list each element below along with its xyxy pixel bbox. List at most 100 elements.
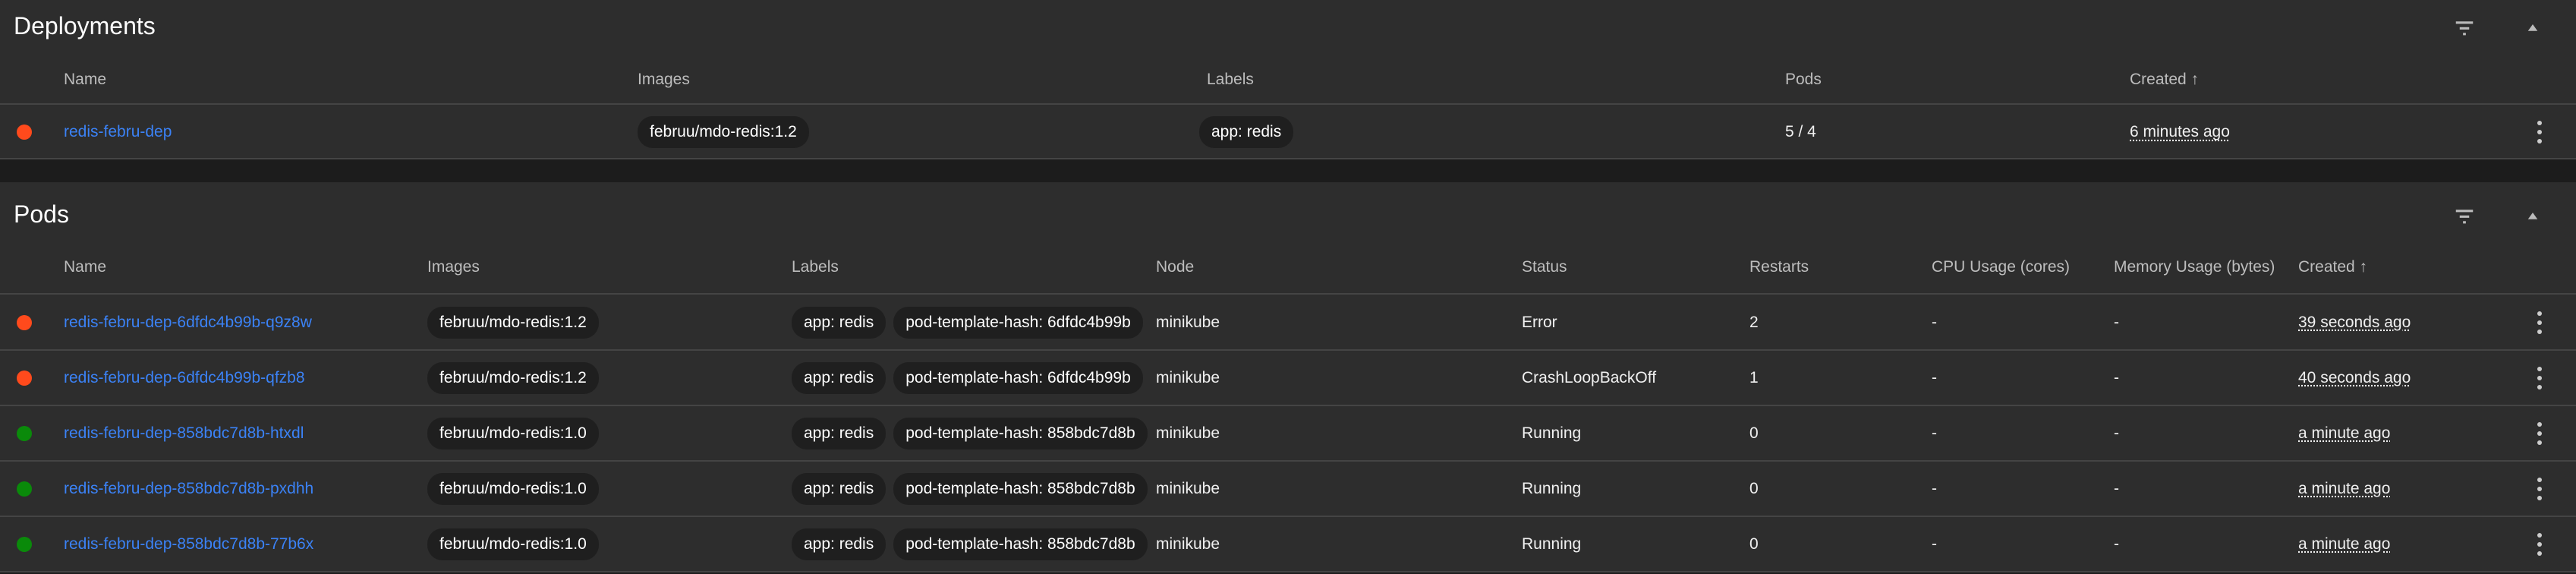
image-chip: februu/mdo-redis:1.0 [427, 472, 599, 505]
label-chip: app: redis [792, 306, 886, 339]
pods-title: Pods [14, 200, 69, 228]
column-header[interactable]: Name [64, 71, 106, 89]
label-chip: pod-template-hash: 858bdc7d8b [893, 417, 1148, 449]
label-chip: pod-template-hash: 858bdc7d8b [893, 528, 1148, 560]
labels-cell: app: redis pod-template-hash: 6dfdc4b99b [792, 306, 1143, 339]
column-header[interactable]: Name [64, 258, 106, 276]
row-actions-menu-icon[interactable] [2535, 309, 2544, 336]
restarts-cell: 0 [1749, 535, 1759, 553]
status-dot-icon [17, 425, 32, 441]
filter-icon[interactable] [2453, 205, 2476, 228]
column-header[interactable]: Labels [792, 258, 839, 276]
memory-cell: - [2114, 479, 2119, 497]
column-header[interactable]: Status [1522, 258, 1567, 276]
label-chip: app: redis [792, 528, 886, 560]
label-chip: pod-template-hash: 6dfdc4b99b [893, 306, 1143, 339]
column-header[interactable]: Labels [1207, 71, 1254, 89]
label-chip: app: redis [1199, 116, 1294, 148]
deployments-header: Name Images Labels Pods Created ↑ [0, 56, 2576, 105]
status-dot-icon [17, 370, 32, 386]
table-row: redis-febru-dep-858bdc7d8b-77b6x februu/m… [0, 517, 2576, 572]
collapse-icon[interactable] [2521, 17, 2544, 39]
node-cell: minikube [1156, 424, 1220, 442]
table-row: redis-febru-dep-6dfdc4b99b-q9z8w februu/m… [0, 295, 2576, 351]
cpu-cell: - [1932, 313, 1937, 331]
pods-header: Name Images Labels Node Status Restarts CPU Us… [0, 241, 2576, 295]
row-actions-menu-icon[interactable] [2535, 531, 2544, 558]
restarts-cell: 1 [1749, 368, 1759, 386]
created-time: 6 minutes ago [2130, 123, 2230, 140]
column-header[interactable]: Images [638, 71, 690, 89]
memory-cell: - [2114, 424, 2119, 442]
label-chip: app: redis [792, 361, 886, 394]
created-time: a minute ago [2298, 424, 2391, 442]
column-header[interactable]: CPU Usage (cores) [1932, 258, 2070, 276]
cpu-cell: - [1932, 368, 1937, 386]
image-chip: februu/mdo-redis:1.0 [427, 528, 599, 560]
table-row: redis-febru-dep-858bdc7d8b-pxdhh februu/m… [0, 462, 2576, 517]
row-actions-menu-icon[interactable] [2535, 475, 2544, 503]
labels-cell: app: redis pod-template-hash: 858bdc7d8b [792, 417, 1148, 449]
deployments-card: Deployments Name Images Labels Pods Created … [0, 0, 2576, 159]
row-actions-menu-icon[interactable] [2535, 420, 2544, 447]
status-cell: Error [1522, 313, 1557, 331]
row-actions-menu-icon[interactable] [2535, 364, 2544, 392]
cpu-cell: - [1932, 424, 1937, 442]
status-dot-icon [17, 314, 32, 330]
restarts-cell: 2 [1749, 313, 1759, 331]
labels-cell: app: redis pod-template-hash: 858bdc7d8b [792, 528, 1148, 560]
restarts-cell: 0 [1749, 424, 1759, 442]
column-header[interactable]: Memory Usage (bytes) [2114, 258, 2275, 276]
memory-cell: - [2114, 368, 2119, 386]
filter-icon[interactable] [2453, 17, 2476, 39]
node-cell: minikube [1156, 368, 1220, 386]
status-cell: CrashLoopBackOff [1522, 368, 1657, 386]
node-cell: minikube [1156, 535, 1220, 553]
image-chip: februu/mdo-redis:1.2 [427, 306, 599, 339]
pod-name-link[interactable]: redis-febru-dep-858bdc7d8b-htxdl [64, 424, 304, 443]
table-row: redis-febru-dep-6dfdc4b99b-qfzb8 februu/m… [0, 351, 2576, 406]
status-dot-icon [17, 536, 32, 552]
images-cell: februu/mdo-redis:1.2 [638, 116, 809, 148]
column-header[interactable]: Pods [1785, 71, 1822, 89]
status-dot-icon [17, 125, 32, 140]
pods-card: Pods Name Images Labels Node Status Restarts C… [0, 182, 2576, 572]
pod-name-link[interactable]: redis-febru-dep-6dfdc4b99b-q9z8w [64, 314, 312, 332]
created-time: 39 seconds ago [2298, 313, 2411, 331]
cpu-cell: - [1932, 535, 1937, 553]
label-chip: app: redis [792, 472, 886, 505]
label-chip: app: redis [792, 417, 886, 449]
labels-cell: app: redis [1199, 116, 1294, 148]
created-time: 40 seconds ago [2298, 368, 2411, 386]
label-chip: pod-template-hash: 858bdc7d8b [893, 472, 1148, 505]
column-header[interactable]: Node [1156, 258, 1194, 276]
collapse-icon[interactable] [2521, 205, 2544, 228]
restarts-cell: 0 [1749, 479, 1759, 497]
deployments-title: Deployments [14, 12, 156, 39]
row-actions-menu-icon[interactable] [2535, 118, 2544, 146]
image-chip: februu/mdo-redis:1.0 [427, 417, 599, 449]
status-cell: Running [1522, 479, 1582, 497]
node-cell: minikube [1156, 479, 1220, 497]
deployment-name-link[interactable]: redis-febru-dep [64, 123, 172, 141]
table-row: redis-febru-dep februu/mdo-redis:1.2 app: … [0, 106, 2576, 159]
labels-cell: app: redis pod-template-hash: 858bdc7d8b [792, 472, 1148, 505]
node-cell: minikube [1156, 313, 1220, 331]
table-row: redis-febru-dep-858bdc7d8b-htxdl februu/m… [0, 406, 2576, 462]
cpu-cell: - [1932, 479, 1937, 497]
pod-name-link[interactable]: redis-febru-dep-858bdc7d8b-pxdhh [64, 480, 313, 498]
pod-name-link[interactable]: redis-febru-dep-6dfdc4b99b-qfzb8 [64, 369, 305, 387]
memory-cell: - [2114, 535, 2119, 553]
column-header[interactable]: Restarts [1749, 258, 1809, 276]
image-chip: februu/mdo-redis:1.2 [638, 116, 809, 148]
labels-cell: app: redis pod-template-hash: 6dfdc4b99b [792, 361, 1143, 394]
status-cell: Running [1522, 424, 1582, 442]
status-cell: Running [1522, 535, 1582, 553]
pod-name-link[interactable]: redis-febru-dep-858bdc7d8b-77b6x [64, 535, 313, 554]
image-chip: februu/mdo-redis:1.2 [427, 361, 599, 394]
label-chip: pod-template-hash: 6dfdc4b99b [893, 361, 1143, 394]
created-time: a minute ago [2298, 535, 2391, 553]
column-header[interactable]: Created ↑ [2130, 71, 2199, 89]
column-header[interactable]: Images [427, 258, 480, 276]
column-header[interactable]: Created ↑ [2298, 258, 2367, 276]
